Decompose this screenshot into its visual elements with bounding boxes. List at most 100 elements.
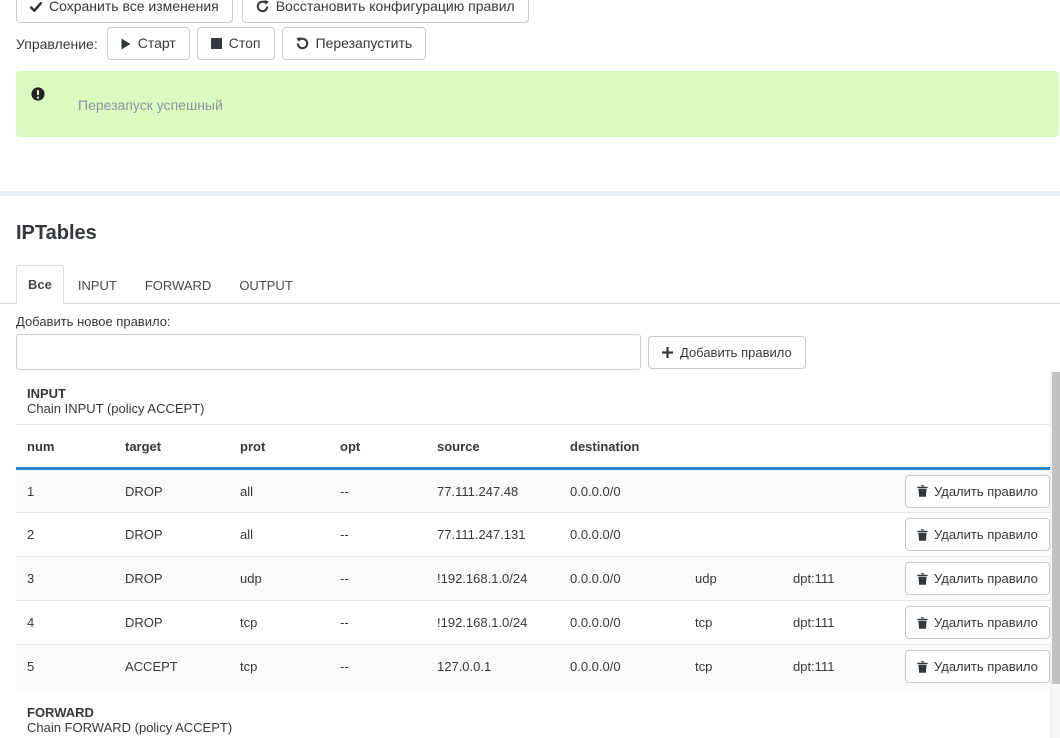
restart-label: Перезапустить [316, 36, 413, 51]
trash-icon [917, 485, 928, 497]
table-row: 1 DROP all -- 77.111.247.48 0.0.0.0/0 Уд… [16, 469, 1050, 513]
delete-rule-label: Удалить правило [934, 527, 1038, 542]
tab-all[interactable]: Все [16, 265, 64, 304]
cell-extra-prot: tcp [684, 645, 782, 689]
col-prot: prot [229, 425, 329, 469]
cell-source: 127.0.0.1 [426, 645, 559, 689]
cell-source: 77.111.247.131 [426, 513, 559, 557]
toolbar-management: Управление: Старт Стоп Перезапустить [16, 27, 1060, 60]
tab-output[interactable]: OUTPUT [225, 267, 306, 304]
tab-forward[interactable]: FORWARD [131, 267, 225, 304]
table-row: 3 DROP udp -- !192.168.1.0/24 0.0.0.0/0 … [16, 557, 1050, 601]
cell-num: 2 [16, 513, 114, 557]
delete-rule-label: Удалить правило [934, 571, 1038, 586]
input-chain-title: INPUT [27, 386, 1060, 401]
cell-source: !192.168.1.0/24 [426, 601, 559, 645]
restore-config-button[interactable]: Восстановить конфигурацию правил [242, 0, 529, 23]
stop-button[interactable]: Стоп [197, 27, 275, 60]
management-label: Управление: [16, 36, 98, 52]
forward-chain-title: FORWARD [27, 705, 1060, 720]
col-extra-port [782, 425, 894, 469]
cell-extra-port: dpt:111 [782, 601, 894, 645]
start-label: Старт [138, 36, 176, 51]
save-all-changes-button[interactable]: Сохранить все изменения [16, 0, 233, 23]
delete-rule-button[interactable]: Удалить правило [905, 562, 1050, 595]
cell-num: 3 [16, 557, 114, 601]
iptables-admin-page: Сохранить все изменения Восстановить кон… [0, 0, 1060, 738]
cell-destination: 0.0.0.0/0 [559, 645, 684, 689]
cell-extra-port [782, 513, 894, 557]
cell-source: 77.111.247.48 [426, 469, 559, 513]
cell-source: !192.168.1.0/24 [426, 557, 559, 601]
scrollbar-thumb[interactable] [1052, 372, 1060, 684]
section-divider [0, 191, 1060, 196]
restore-config-label: Восстановить конфигурацию правил [276, 0, 515, 14]
cell-opt: -- [329, 601, 426, 645]
vertical-scrollbar[interactable] [1050, 370, 1060, 738]
col-opt: opt [329, 425, 426, 469]
cell-opt: -- [329, 557, 426, 601]
cell-prot: tcp [229, 645, 329, 689]
cell-extra-port [782, 469, 894, 513]
delete-rule-label: Удалить правило [934, 615, 1038, 630]
add-rule-section: Добавить новое правило: Добавить правило [16, 314, 1044, 370]
cell-num: 4 [16, 601, 114, 645]
tab-input[interactable]: INPUT [64, 267, 131, 304]
col-actions [894, 425, 1050, 469]
col-source: source [426, 425, 559, 469]
chain-tabs: Все INPUT FORWARD OUTPUT [0, 265, 1060, 304]
trash-icon [917, 661, 928, 673]
input-chain-subtitle: Chain INPUT (policy ACCEPT) [27, 401, 1060, 416]
table-row: 4 DROP tcp -- !192.168.1.0/24 0.0.0.0/0 … [16, 601, 1050, 645]
col-num: num [16, 425, 114, 469]
cell-prot: udp [229, 557, 329, 601]
col-target: target [114, 425, 229, 469]
table-row: 2 DROP all -- 77.111.247.131 0.0.0.0/0 У… [16, 513, 1050, 557]
cell-extra-prot: udp [684, 557, 782, 601]
add-rule-button[interactable]: Добавить правило [648, 336, 806, 369]
delete-rule-button[interactable]: Удалить правило [905, 650, 1050, 683]
success-alert: Перезапуск успешный [16, 71, 1059, 137]
start-button[interactable]: Старт [107, 27, 190, 60]
restart-button[interactable]: Перезапустить [282, 27, 427, 60]
delete-rule-button[interactable]: Удалить правило [905, 518, 1050, 551]
trash-icon [917, 529, 928, 541]
stop-icon [211, 38, 222, 49]
trash-icon [917, 617, 928, 629]
col-extra-prot [684, 425, 782, 469]
cell-num: 1 [16, 469, 114, 513]
table-header-row: num target prot opt source destination [16, 425, 1050, 469]
cell-target: DROP [114, 513, 229, 557]
exclamation-circle-icon [31, 87, 45, 106]
new-rule-input[interactable] [16, 334, 641, 370]
delete-rule-button[interactable]: Удалить правило [905, 606, 1050, 639]
cell-extra-prot [684, 469, 782, 513]
input-chain-table: num target prot opt source destination 1… [16, 424, 1050, 689]
save-all-changes-label: Сохранить все изменения [49, 0, 219, 14]
cell-target: ACCEPT [114, 645, 229, 689]
cell-target: DROP [114, 601, 229, 645]
trash-icon [917, 573, 928, 585]
cell-prot: all [229, 513, 329, 557]
plus-icon [662, 347, 673, 358]
toolbar-save-restore: Сохранить все изменения Восстановить кон… [16, 0, 1060, 23]
refresh-icon [256, 0, 269, 13]
cell-target: DROP [114, 557, 229, 601]
cell-num: 5 [16, 645, 114, 689]
add-rule-button-label: Добавить правило [680, 345, 792, 360]
add-rule-label: Добавить новое правило: [16, 314, 1044, 329]
cell-extra-prot: tcp [684, 601, 782, 645]
cell-opt: -- [329, 645, 426, 689]
cell-prot: all [229, 469, 329, 513]
cell-extra-prot [684, 513, 782, 557]
delete-rule-button[interactable]: Удалить правило [905, 475, 1050, 508]
cell-destination: 0.0.0.0/0 [559, 601, 684, 645]
rules-scroll-area: INPUT Chain INPUT (policy ACCEPT) num ta… [0, 370, 1060, 738]
cell-prot: tcp [229, 601, 329, 645]
cell-destination: 0.0.0.0/0 [559, 557, 684, 601]
cell-destination: 0.0.0.0/0 [559, 469, 684, 513]
check-icon [30, 1, 42, 13]
cell-destination: 0.0.0.0/0 [559, 513, 684, 557]
cell-extra-port: dpt:111 [782, 645, 894, 689]
cell-opt: -- [329, 513, 426, 557]
